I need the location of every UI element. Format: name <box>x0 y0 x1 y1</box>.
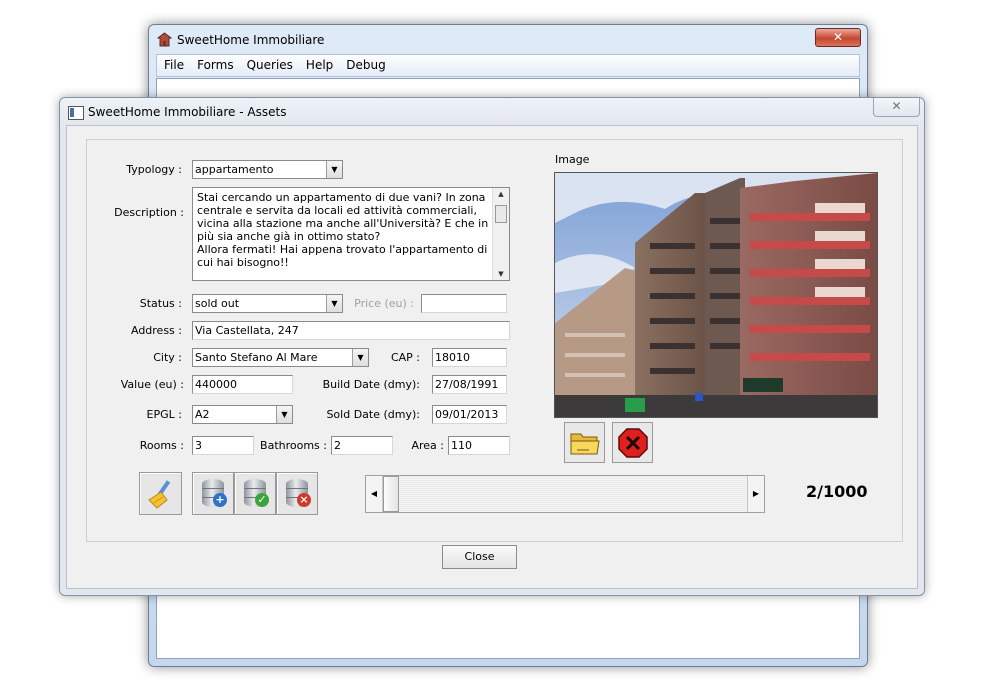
sold-date-input[interactable]: 09/01/2013 <box>432 405 507 424</box>
menu-debug[interactable]: Debug <box>339 55 391 72</box>
scroll-thumb[interactable] <box>495 205 507 223</box>
cross-icon: × <box>297 493 311 507</box>
build-date-input[interactable]: 27/08/1991 <box>432 375 507 394</box>
menu-file[interactable]: File <box>157 55 190 72</box>
folder-icon <box>570 433 600 455</box>
rooms-input[interactable]: 3 <box>192 436 254 455</box>
plus-icon: + <box>213 493 227 507</box>
city-value: Santo Stefano Al Mare <box>195 351 318 364</box>
area-label: Area : <box>411 439 444 452</box>
epgl-value: A2 <box>195 408 210 421</box>
main-window-close-button[interactable]: ✕ <box>815 28 861 47</box>
value-label: Value (eu) : <box>120 378 184 391</box>
description-label: Description : <box>114 206 184 219</box>
menu-help[interactable]: Help <box>299 55 339 72</box>
description-text: Stai cercando un appartamento di due van… <box>197 191 489 269</box>
navigator-next-icon[interactable]: ▶ <box>747 476 764 512</box>
window-icon <box>68 106 84 120</box>
scroll-down-icon[interactable]: ▼ <box>493 270 509 278</box>
dialog-close-button[interactable]: ✕ <box>873 98 920 117</box>
cap-label: CAP : <box>390 351 420 364</box>
record-navigator-scrollbar[interactable]: ◀ ▶ <box>365 475 765 513</box>
status-select[interactable]: sold out ▼ <box>192 294 343 313</box>
dialog-title: SweetHome Immobiliare - Assets <box>88 105 287 119</box>
chevron-down-icon: ▼ <box>276 406 292 423</box>
open-image-button[interactable] <box>564 422 605 463</box>
typology-label: Typology : <box>126 163 182 176</box>
epgl-select[interactable]: A2 ▼ <box>192 405 293 424</box>
red-x-icon <box>618 428 648 458</box>
status-label: Status : <box>139 297 182 310</box>
broom-icon <box>148 480 171 509</box>
rooms-label: Rooms : <box>139 439 184 452</box>
status-value: sold out <box>195 297 240 310</box>
image-label: Image <box>555 153 590 166</box>
cap-input[interactable]: 18010 <box>432 348 507 367</box>
clear-form-button[interactable] <box>139 472 182 515</box>
menu-queries[interactable]: Queries <box>240 55 299 72</box>
remove-image-button[interactable] <box>612 422 653 463</box>
area-input[interactable]: 110 <box>448 436 510 455</box>
assets-dialog: SweetHome Immobiliare - Assets ✕ Typolog… <box>59 97 925 596</box>
address-input[interactable]: Via Castellata, 247 <box>192 321 510 340</box>
description-textarea[interactable]: Stai cercando un appartamento di due van… <box>192 187 510 281</box>
check-icon: ✓ <box>255 493 269 507</box>
close-button[interactable]: Close <box>442 545 517 569</box>
asset-photo <box>554 172 878 418</box>
price-input[interactable] <box>421 294 507 313</box>
navigator-prev-icon[interactable]: ◀ <box>366 476 383 512</box>
build-date-label: Build Date (dmy): <box>322 378 420 391</box>
typology-select[interactable]: appartamento ▼ <box>192 160 343 179</box>
typology-value: appartamento <box>195 163 274 176</box>
building-photo <box>555 173 877 417</box>
navigator-thumb[interactable] <box>383 476 399 512</box>
city-label: City : <box>153 351 182 364</box>
menu-bar: File Forms Queries Help Debug <box>156 54 860 77</box>
dialog-body: Typology : appartamento ▼ Description : … <box>66 125 918 589</box>
assets-panel: Typology : appartamento ▼ Description : … <box>86 139 903 542</box>
menu-forms[interactable]: Forms <box>190 55 239 72</box>
bathrooms-input[interactable]: 2 <box>331 436 393 455</box>
save-record-button[interactable]: ✓ <box>234 472 276 515</box>
chevron-down-icon: ▼ <box>352 349 368 366</box>
price-label: Price (eu) : <box>354 297 414 310</box>
main-window-title: SweetHome Immobiliare <box>177 33 325 47</box>
address-label: Address : <box>130 324 182 337</box>
description-scrollbar[interactable]: ▲ ▼ <box>492 188 509 280</box>
bathrooms-label: Bathrooms : <box>260 439 327 452</box>
delete-record-button[interactable]: × <box>276 472 318 515</box>
house-icon <box>156 32 173 47</box>
sold-date-label: Sold Date (dmy): <box>326 408 420 421</box>
value-input[interactable]: 440000 <box>192 375 293 394</box>
record-counter: 2/1000 <box>806 482 868 501</box>
scroll-up-icon[interactable]: ▲ <box>493 188 509 200</box>
city-select[interactable]: Santo Stefano Al Mare ▼ <box>192 348 369 367</box>
chevron-down-icon: ▼ <box>326 161 342 178</box>
add-record-button[interactable]: + <box>192 472 234 515</box>
chevron-down-icon: ▼ <box>326 295 342 312</box>
epgl-label: EPGL : <box>146 408 182 421</box>
